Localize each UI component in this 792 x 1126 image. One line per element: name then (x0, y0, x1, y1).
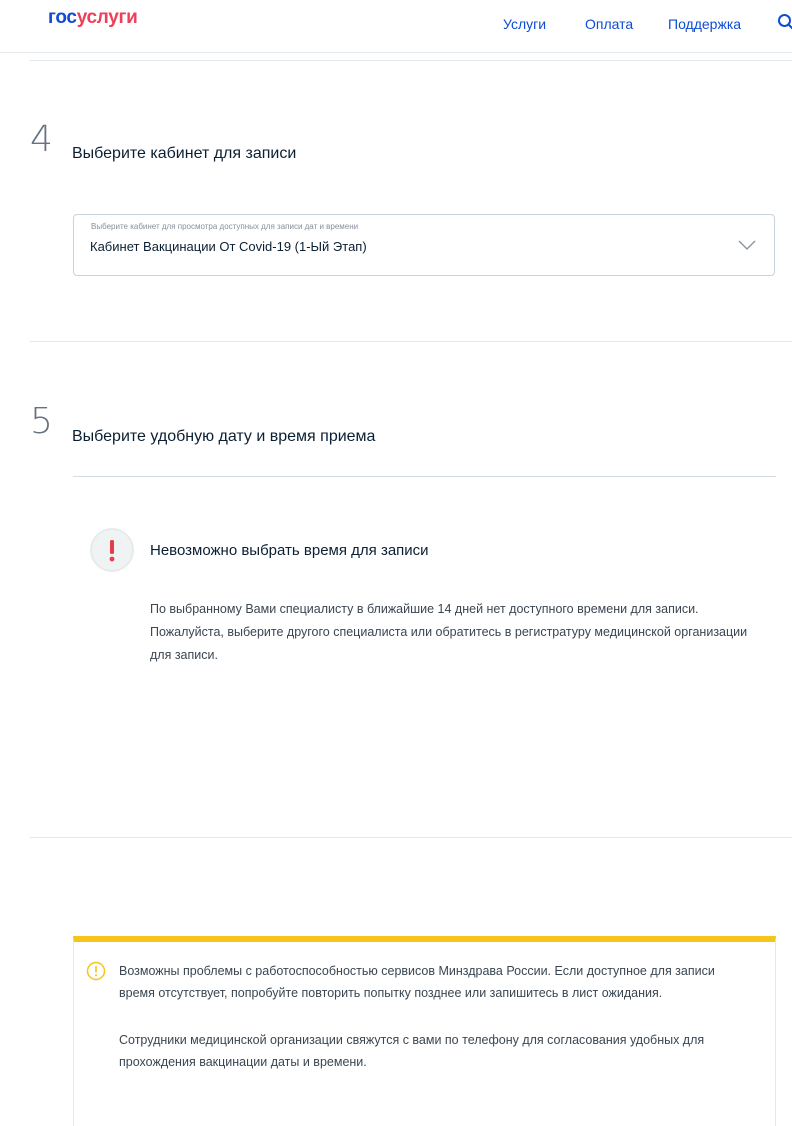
notice-paragraph-1: Возможны проблемы с работоспособностью с… (119, 960, 739, 1004)
exclamation-icon (92, 530, 132, 570)
error-status-icon (90, 528, 134, 572)
cabinet-select[interactable]: Выберите кабинет для просмотра доступных… (73, 214, 775, 276)
error-title: Невозможно выбрать время для записи (150, 542, 429, 559)
step-5-number: 5 (30, 404, 53, 440)
gosuslugi-logo[interactable]: госуслуги (48, 7, 138, 29)
chevron-down-icon[interactable] (738, 239, 756, 251)
top-header: госуслуги Услуги Оплата Поддержка (0, 0, 792, 53)
error-description: По выбранному Вами специалисту в ближайш… (150, 598, 760, 667)
step-4-title: Выберите кабинет для записи (72, 145, 296, 163)
nav-services-link[interactable]: Услуги (503, 16, 546, 32)
section-divider-bottom (30, 837, 792, 838)
warning-icon (86, 961, 106, 981)
search-icon[interactable] (777, 13, 792, 31)
cabinet-select-label: Выберите кабинет для просмотра доступных… (91, 222, 358, 231)
step-5-title: Выберите удобную дату и время приема (72, 428, 375, 446)
logo-part-uslugi: услуги (77, 7, 138, 28)
section-divider-4-5 (30, 341, 792, 342)
cabinet-select-value: Кабинет Вакцинации От Covid-19 (1-Ый Эта… (90, 239, 367, 254)
nav-payment-link[interactable]: Оплата (585, 16, 633, 32)
notice-paragraph-2: Сотрудники медицинской организации свяжу… (119, 1029, 739, 1073)
logo-part-gos: гос (48, 7, 77, 28)
warning-notice: Возможны проблемы с работоспособностью с… (73, 936, 776, 1126)
nav-support-link[interactable]: Поддержка (668, 16, 741, 32)
top-divider (30, 60, 792, 61)
step-4-number: 4 (30, 122, 53, 158)
step-5-title-divider (73, 476, 776, 477)
